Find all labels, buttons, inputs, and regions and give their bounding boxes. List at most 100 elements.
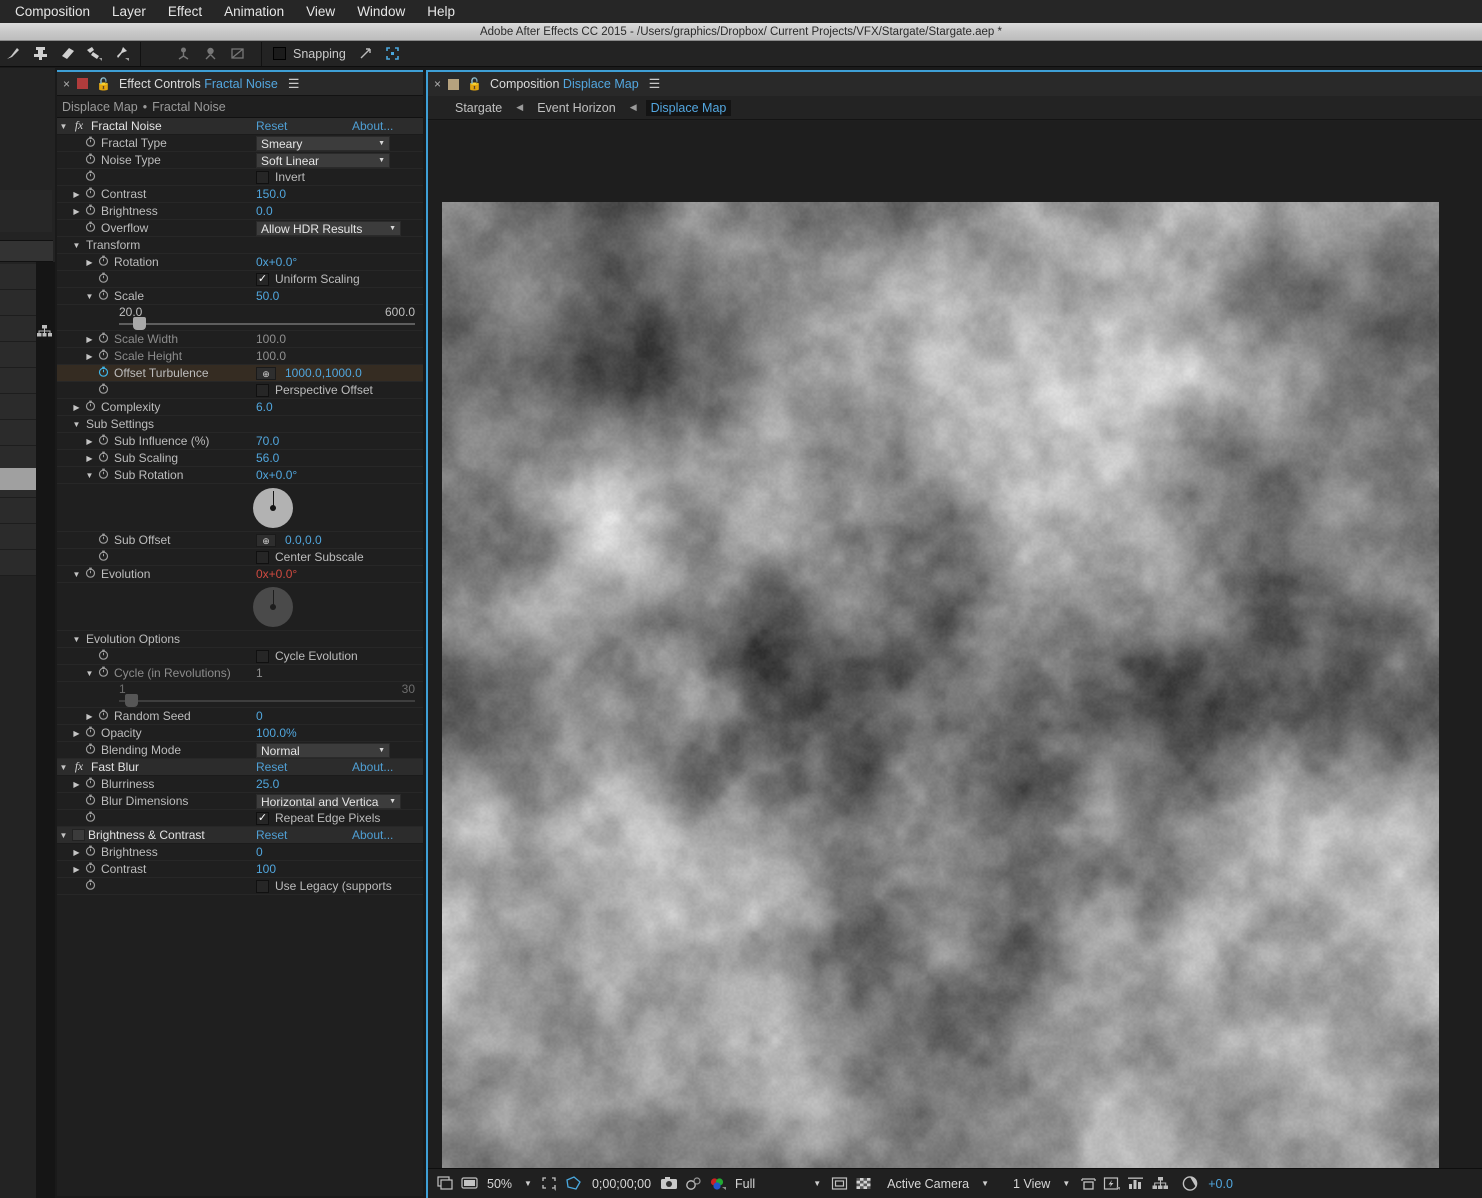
point-value[interactable]: 1000.0,1000.0 [285, 366, 362, 380]
exposure-icon[interactable] [1178, 1173, 1202, 1195]
comp-flowchart-icon[interactable] [1148, 1173, 1172, 1195]
reset-button[interactable]: Reset [256, 119, 287, 133]
breadcrumb-layer[interactable]: Fractal Noise [152, 100, 226, 114]
eraser-icon[interactable] [54, 42, 81, 66]
property-value[interactable]: 56.0 [256, 451, 279, 465]
property-row-rotation[interactable]: ▶ Rotation 0x+0.0° [57, 254, 423, 271]
property-row-sub-scaling[interactable]: ▶ Sub Scaling 56.0 [57, 450, 423, 467]
checkbox-repeat-edge-pixels[interactable]: ✓ [256, 811, 269, 825]
stopwatch-icon[interactable] [96, 550, 111, 564]
menu-item-help[interactable]: Help [416, 0, 466, 23]
pixel-aspect-icon[interactable] [1076, 1173, 1100, 1195]
menu-item-layer[interactable]: Layer [101, 0, 157, 23]
property-row-sub-rotation[interactable]: ▼ Sub Rotation 0x+0.0° [57, 467, 423, 484]
twirl-closed-icon[interactable]: ▶ [83, 369, 96, 378]
dropdown-blur-dimensions[interactable]: Horizontal and Vertica ▼ [256, 794, 401, 809]
twirl-closed-icon[interactable]: ▶ [83, 275, 96, 284]
property-row-uniform-scaling[interactable]: ▶ ✓ Uniform Scaling [57, 271, 423, 288]
stopwatch-icon[interactable] [96, 255, 111, 269]
property-row-use-legacy[interactable]: ▶ Use Legacy (supports [57, 878, 423, 895]
stopwatch-icon[interactable] [83, 170, 98, 184]
camera-selector[interactable]: Active Camera [875, 1177, 975, 1191]
twirl-closed-icon[interactable]: ▶ [70, 403, 83, 412]
menu-item-composition[interactable]: Composition [4, 0, 101, 23]
stopwatch-icon[interactable] [83, 187, 98, 201]
stopwatch-icon[interactable] [83, 777, 98, 791]
property-row-repeat-edge-pixels[interactable]: ▶ ✓ Repeat Edge Pixels [57, 810, 423, 827]
stopwatch-icon[interactable] [83, 743, 98, 757]
stopwatch-icon[interactable] [83, 400, 98, 414]
breadcrumb-comp[interactable]: Displace Map [62, 100, 138, 114]
property-value[interactable]: 100.0 [256, 332, 286, 346]
effect-controls-tab-title[interactable]: Effect Controls Fractal Noise [119, 77, 278, 91]
twirl-open-icon[interactable]: ▼ [83, 471, 96, 480]
property-row-invert[interactable]: ▶ Invert [57, 169, 423, 186]
property-row-transform-group[interactable]: ▼ Transform [57, 237, 423, 254]
lock-icon[interactable]: 🔓 [96, 77, 111, 91]
timeline-icon[interactable] [1124, 1173, 1148, 1195]
property-row-blur-dimensions[interactable]: ▶ Blur Dimensions Horizontal and Vertica ▼ [57, 793, 423, 810]
twirl-open-icon[interactable]: ▼ [83, 292, 96, 301]
snapshot-camera-icon[interactable] [657, 1173, 681, 1195]
reset-button[interactable]: Reset [256, 828, 287, 842]
menu-item-effect[interactable]: Effect [157, 0, 213, 23]
always-preview-icon[interactable] [433, 1173, 457, 1195]
property-row-opacity[interactable]: ▶ Opacity 100.0% [57, 725, 423, 742]
comp-breadcrumb-stargate[interactable]: Stargate [450, 100, 507, 116]
property-row-cycle-in-revolutions[interactable]: ▼ Cycle (in Revolutions) 1 [57, 665, 423, 682]
property-row-evolution[interactable]: ▼ Evolution 0x+0.0° [57, 566, 423, 583]
views-selector[interactable]: 1 View [995, 1177, 1056, 1191]
property-value[interactable]: 0 [256, 709, 263, 723]
stopwatch-icon[interactable] [96, 451, 111, 465]
about-button[interactable]: About... [352, 119, 393, 133]
stopwatch-icon[interactable] [83, 153, 98, 167]
twirl-closed-icon[interactable]: ▶ [83, 386, 96, 395]
fast-previews-icon[interactable] [1100, 1173, 1124, 1195]
snapping-checkbox[interactable] [273, 47, 286, 60]
dropdown-blending-mode[interactable]: Normal ▼ [256, 743, 390, 758]
property-row-center-subscale[interactable]: ▶ Center Subscale [57, 549, 423, 566]
twirl-closed-icon[interactable]: ▶ [70, 746, 83, 755]
twirl-closed-icon[interactable]: ▶ [70, 780, 83, 789]
pan-behind-icon[interactable] [224, 42, 251, 66]
property-value[interactable]: 100.0% [256, 726, 297, 740]
angle-dial-evolution-dial[interactable] [253, 587, 293, 627]
twirl-open-icon[interactable]: ▼ [70, 241, 83, 250]
align-arrow-icon[interactable] [352, 42, 379, 66]
property-row-cycle-evolution[interactable]: ▶ Cycle Evolution [57, 648, 423, 665]
twirl-closed-icon[interactable]: ▶ [83, 712, 96, 721]
twirl-open-icon[interactable]: ▼ [57, 831, 70, 840]
twirl-closed-icon[interactable]: ▶ [83, 553, 96, 562]
point-value[interactable]: 0.0,0.0 [285, 533, 322, 547]
about-button[interactable]: About... [352, 828, 393, 842]
toggle-transparency-grid-icon[interactable] [457, 1173, 481, 1195]
stopwatch-icon[interactable] [96, 468, 111, 482]
twirl-closed-icon[interactable]: ▶ [70, 729, 83, 738]
twirl-closed-icon[interactable]: ▶ [70, 848, 83, 857]
stopwatch-icon[interactable] [96, 289, 111, 303]
checkbox-cycle-evolution[interactable] [256, 649, 269, 663]
reset-button[interactable]: Reset [256, 760, 287, 774]
twirl-closed-icon[interactable]: ▶ [83, 352, 96, 361]
twirl-closed-icon[interactable]: ▶ [83, 258, 96, 267]
twirl-closed-icon[interactable]: ▶ [70, 814, 83, 823]
stopwatch-icon[interactable] [83, 726, 98, 740]
toggle-transparency-icon[interactable] [851, 1173, 875, 1195]
property-value[interactable]: 25.0 [256, 777, 279, 791]
comp-breadcrumb-event-horizon[interactable]: Event Horizon [532, 100, 621, 116]
puppet-pin-icon[interactable] [108, 42, 135, 66]
checkbox-perspective-offset[interactable] [256, 383, 269, 397]
stopwatch-icon[interactable] [96, 666, 111, 680]
property-row-brightness-contrast-effect[interactable]: ▼ Brightness & Contrast Reset About... [57, 827, 423, 844]
clone-stamp-icon[interactable] [27, 42, 54, 66]
property-value[interactable]: 150.0 [256, 187, 286, 201]
stopwatch-icon[interactable] [83, 221, 98, 235]
zoom-level[interactable]: 50% [481, 1177, 518, 1191]
twirl-closed-icon[interactable]: ▶ [70, 882, 83, 891]
close-icon[interactable]: × [63, 77, 70, 91]
stopwatch-icon[interactable] [96, 332, 111, 346]
twirl-closed-icon[interactable]: ▶ [70, 156, 83, 165]
region-of-interest-icon[interactable] [538, 1173, 562, 1195]
property-value[interactable]: 0 [256, 845, 263, 859]
menu-item-view[interactable]: View [295, 0, 346, 23]
